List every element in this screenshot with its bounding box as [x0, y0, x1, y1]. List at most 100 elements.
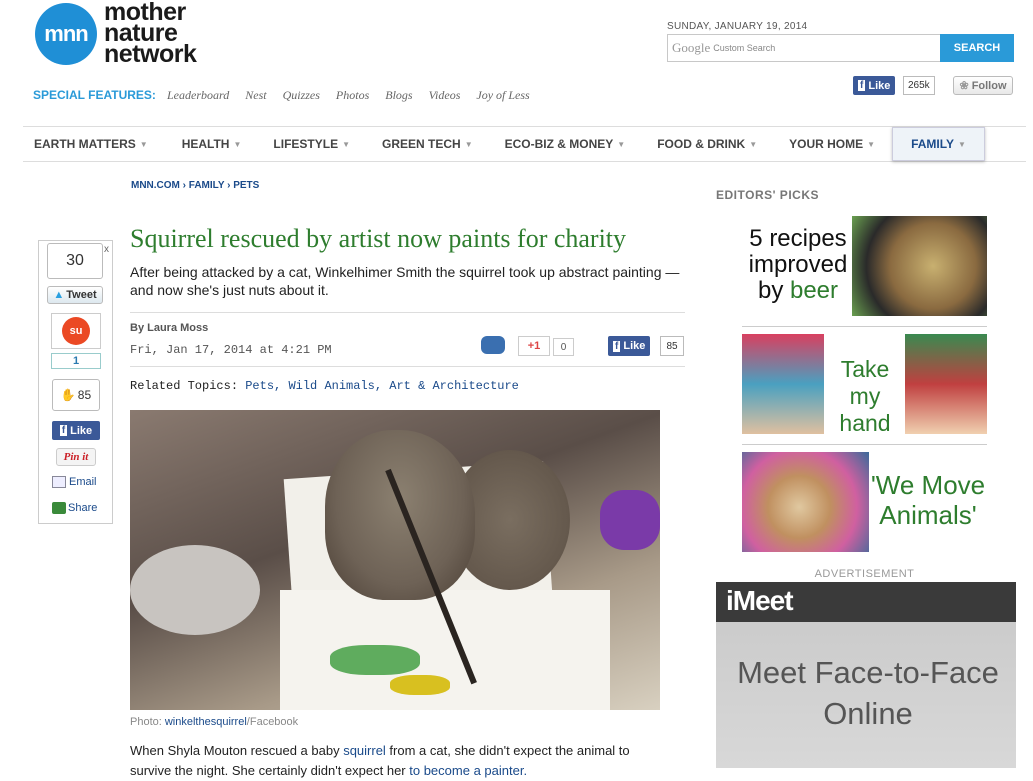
- pick-text: Take my hand: [824, 356, 906, 437]
- caption-source-link[interactable]: winkelthesquirrel: [165, 716, 247, 728]
- advertisement-label: ADVERTISEMENT: [814, 568, 915, 580]
- twitter-bird-icon: ▲: [53, 289, 65, 301]
- pinterest-pin-button[interactable]: Pin it: [56, 448, 96, 466]
- email-label: Email: [69, 476, 97, 488]
- article-facebook-like-button[interactable]: f Like: [608, 336, 651, 356]
- pick-by: by: [757, 277, 790, 304]
- article-date: Fri, Jan 17, 2014 at 4:21 PM: [130, 343, 332, 357]
- facebook-icon: f: [59, 425, 68, 436]
- pick-recipes-beer[interactable]: 5 recipes improved by beer: [742, 216, 987, 316]
- nav-item-eco-biz-money[interactable]: ECO-BIZ & MONEY ▼: [494, 127, 637, 161]
- body-link-painter[interactable]: to become a painter.: [409, 763, 527, 778]
- nav-label: EARTH MATTERS: [34, 137, 136, 151]
- pick-line: Take my: [840, 356, 890, 409]
- twitter-bird-icon: ❀: [959, 80, 969, 92]
- caret-down-icon: ▼: [139, 139, 148, 149]
- nav-label: HEALTH: [181, 137, 230, 151]
- share-button[interactable]: Share: [52, 502, 97, 514]
- facebook-like-count: 265k: [903, 76, 935, 95]
- caption-suffix: /Facebook: [246, 716, 299, 728]
- pick-take-my-hand[interactable]: Take my hand: [742, 326, 987, 436]
- follow-label: Follow: [971, 79, 1007, 92]
- special-link-photos[interactable]: Photos: [336, 88, 369, 103]
- nav-item-green-tech[interactable]: GREEN TECH ▼: [371, 127, 484, 161]
- stumbleupon-count: 1: [51, 353, 101, 369]
- imeet-advertisement[interactable]: iMeet Meet Face-to-Face Online: [716, 582, 1016, 768]
- article-facebook-count: 85: [660, 336, 684, 356]
- facebook-like-button[interactable]: f Like: [853, 76, 896, 95]
- nav-item-food-drink[interactable]: FOOD & DRINK ▼: [646, 127, 768, 161]
- pick-text: 5 recipes improved by beer: [748, 226, 848, 304]
- stumbleupon-icon: su: [62, 317, 90, 345]
- facebook-like-label: Like: [623, 340, 646, 352]
- pick-line: 'We Move: [870, 470, 986, 500]
- tweet-button[interactable]: ▲ Tweet: [47, 286, 103, 304]
- travel-photo-left: [742, 334, 824, 434]
- nav-label: FOOD & DRINK: [657, 137, 746, 151]
- special-link-nest[interactable]: Nest: [245, 88, 266, 103]
- pick-line: 5 recipes: [749, 225, 847, 252]
- pick-line: improved: [748, 251, 848, 278]
- ad-line: Meet Face-to-Face: [737, 655, 999, 690]
- pick-we-move-animals[interactable]: 'We Move Animals': [742, 452, 987, 552]
- special-link-videos[interactable]: Videos: [429, 88, 461, 103]
- breadcrumb[interactable]: MNN.COM › FAMILY › PETS: [131, 180, 259, 191]
- divider: [130, 312, 685, 313]
- caret-down-icon: ▼: [233, 139, 242, 149]
- squirrel-painting-photo: [130, 410, 660, 710]
- caret-down-icon: ▼: [617, 139, 626, 149]
- facebook-icon: f: [613, 340, 621, 352]
- caret-down-icon: ▼: [749, 139, 758, 149]
- special-link-leaderboard[interactable]: Leaderboard: [167, 88, 229, 103]
- email-share-button[interactable]: Email: [52, 476, 97, 488]
- search-input[interactable]: Google Custom Search: [667, 34, 941, 62]
- nav-label: ECO-BIZ & MONEY: [504, 137, 614, 151]
- llama-photo: [742, 452, 869, 552]
- site-name[interactable]: mother nature network: [104, 0, 197, 68]
- nav-label: YOUR HOME: [789, 137, 864, 151]
- special-link-blogs[interactable]: Blogs: [385, 88, 412, 103]
- sausage-skillet-image: [852, 216, 987, 316]
- logo-mark: mnn: [44, 21, 88, 46]
- article-byline: By Laura Moss: [130, 322, 209, 334]
- comment-icon[interactable]: [481, 336, 505, 354]
- search-button[interactable]: SEARCH: [940, 34, 1014, 62]
- google-label: Google: [672, 40, 711, 55]
- travel-photo-right: [905, 334, 987, 434]
- thumbs-up-icon: ✋: [60, 388, 76, 402]
- nav-item-family[interactable]: FAMILY ▼: [892, 127, 985, 161]
- related-topics-links[interactable]: Pets, Wild Animals, Art & Architecture: [245, 379, 519, 393]
- article-dek: After being attacked by a cat, Winkelhim…: [130, 264, 680, 298]
- nav-item-lifestyle[interactable]: LIFESTYLE ▼: [262, 127, 361, 161]
- facebook-like-button[interactable]: f Like: [52, 421, 100, 440]
- pick-line: by beer: [748, 278, 848, 304]
- current-date: SUNDAY, JANUARY 19, 2014: [667, 21, 808, 32]
- twitter-follow-button[interactable]: ❀ Follow: [953, 76, 1013, 95]
- article-body: When Shyla Mouton rescued a baby squirre…: [130, 741, 670, 781]
- ad-line: Online: [823, 696, 913, 731]
- tweet-count: 30: [47, 243, 103, 279]
- stumbleupon-button[interactable]: su: [51, 313, 101, 349]
- caret-down-icon: ▼: [464, 139, 473, 149]
- pick-text: 'We Move Animals': [869, 470, 987, 530]
- nav-item-health[interactable]: HEALTH ▼: [171, 127, 253, 161]
- close-icon[interactable]: x: [104, 244, 109, 255]
- google-plus-button[interactable]: +1: [518, 336, 550, 356]
- photo-caption: Photo: winkelthesquirrel/Facebook: [130, 716, 298, 728]
- search-placeholder: Custom Search: [713, 43, 776, 53]
- divider: [742, 444, 987, 445]
- special-link-joy-of-less[interactable]: Joy of Less: [476, 88, 529, 103]
- nav-item-your-home[interactable]: YOUR HOME ▼: [778, 127, 886, 161]
- facebook-share-count: ✋ 85: [52, 379, 100, 411]
- body-link-squirrel[interactable]: squirrel: [343, 743, 386, 758]
- special-link-quizzes[interactable]: Quizzes: [283, 88, 320, 103]
- nav-label: LIFESTYLE: [273, 137, 339, 151]
- site-name-line-3: network: [104, 40, 197, 68]
- pick-beer-word: beer: [789, 277, 839, 304]
- editors-picks-title: EDITORS' PICKS: [716, 188, 819, 202]
- related-topics: Related Topics: Pets, Wild Animals, Art …: [130, 379, 519, 393]
- mnn-logo[interactable]: mnn: [35, 3, 97, 65]
- pick-line: hand: [839, 410, 891, 436]
- ad-text: Meet Face-to-Face Online: [716, 652, 1016, 734]
- nav-item-earth-matters[interactable]: EARTH MATTERS ▼: [23, 127, 159, 161]
